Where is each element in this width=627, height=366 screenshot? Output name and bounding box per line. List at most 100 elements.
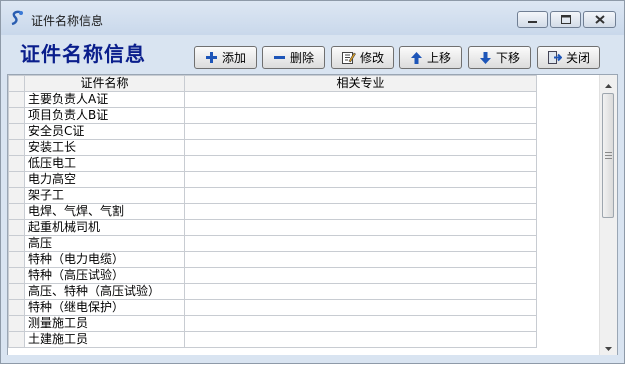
cell-cert-name[interactable]: 架子工 [24,187,185,204]
cell-related-major[interactable] [184,139,537,156]
cell-related-major[interactable] [184,91,537,108]
row-indicator[interactable] [8,299,25,316]
cell-related-major[interactable] [184,107,537,124]
table-row[interactable]: 电力高空 [8,171,537,188]
table-row[interactable]: 主要负责人A证 [8,91,537,108]
row-indicator[interactable] [8,171,25,188]
add-button[interactable]: 添加 [194,46,257,69]
add-button-label: 添加 [221,51,246,65]
scroll-down-button[interactable] [600,338,617,355]
data-grid[interactable]: 证件名称 相关专业 主要负责人A证 项目负责人B证 安全员C证 安装工长 低压电工 电力高… [7,74,618,356]
cell-related-major[interactable] [184,267,537,284]
maximize-icon [560,13,571,27]
cell-related-major[interactable] [184,235,537,252]
minimize-button[interactable] [517,11,548,28]
row-indicator[interactable] [8,235,25,252]
table-row[interactable]: 架子工 [8,187,537,204]
row-indicator[interactable] [8,315,25,332]
cell-related-major[interactable] [184,251,537,268]
table-row[interactable]: 低压电工 [8,155,537,172]
move-up-button[interactable]: 上移 [399,46,462,69]
cell-cert-name[interactable]: 起重机械司机 [24,219,185,236]
row-indicator[interactable] [8,251,25,268]
row-indicator[interactable] [8,123,25,140]
cell-cert-name[interactable]: 测量施工员 [24,315,185,332]
arrow-up-icon [410,51,423,65]
move-down-button[interactable]: 下移 [468,46,531,69]
cell-cert-name[interactable]: 特种（电力电缆） [24,251,185,268]
table-row[interactable]: 项目负责人B证 [8,107,537,124]
app-icon [9,10,25,26]
cell-cert-name[interactable]: 电力高空 [24,171,185,188]
cell-cert-name[interactable]: 特种（继电保护） [24,299,185,316]
vertical-scrollbar[interactable] [599,75,617,355]
scroll-down-arrow-icon [605,340,612,354]
cell-cert-name[interactable]: 高压 [24,235,185,252]
row-indicator[interactable] [8,219,25,236]
maximize-button[interactable] [550,11,581,28]
column-header-related-major[interactable]: 相关专业 [184,75,537,92]
cell-cert-name[interactable]: 高压、特种（高压试验） [24,283,185,300]
cell-cert-name[interactable]: 安全员C证 [24,123,185,140]
row-indicator[interactable] [8,203,25,220]
close-button[interactable] [583,11,616,28]
cell-related-major[interactable] [184,299,537,316]
table-row[interactable]: 起重机械司机 [8,219,537,236]
cell-cert-name[interactable]: 电焊、气焊、气割 [24,203,185,220]
row-indicator[interactable] [8,155,25,172]
table-row[interactable]: 安全员C证 [8,123,537,140]
cell-related-major[interactable] [184,283,537,300]
delete-button[interactable]: 删除 [262,46,325,69]
cell-cert-name[interactable]: 主要负责人A证 [24,91,185,108]
table-row[interactable]: 特种（高压试验） [8,267,537,284]
scroll-thumb[interactable] [602,93,614,218]
row-indicator[interactable] [8,139,25,156]
edit-button[interactable]: 修改 [331,46,394,69]
row-indicator-header [8,75,25,92]
row-indicator[interactable] [8,91,25,108]
row-indicator[interactable] [8,107,25,124]
row-indicator[interactable] [8,331,25,348]
cell-related-major[interactable] [184,219,537,236]
table-row[interactable]: 特种（电力电缆） [8,251,537,268]
edit-icon [341,50,356,65]
row-indicator[interactable] [8,283,25,300]
grip-icon [605,152,612,159]
table-row[interactable]: 测量施工员 [8,315,537,332]
column-header-cert-name[interactable]: 证件名称 [24,75,185,92]
cell-related-major[interactable] [184,203,537,220]
table-row[interactable]: 特种（继电保护） [8,299,537,316]
page-title: 证件名称信息 [20,42,146,66]
plus-icon [205,51,218,64]
table-row[interactable]: 电焊、气焊、气割 [8,203,537,220]
table-row[interactable]: 高压、特种（高压试验） [8,283,537,300]
delete-button-label: 删除 [289,51,314,65]
minimize-icon [528,13,537,27]
table-row[interactable]: 安装工长 [8,139,537,156]
cell-cert-name[interactable]: 低压电工 [24,155,185,172]
table-row[interactable]: 土建施工员 [8,331,537,348]
exit-icon [547,50,562,65]
cell-related-major[interactable] [184,315,537,332]
scroll-up-button[interactable] [600,75,617,92]
cell-cert-name[interactable]: 项目负责人B证 [24,107,185,124]
cell-cert-name[interactable]: 特种（高压试验） [24,267,185,284]
status-bar [1,355,624,363]
scroll-up-arrow-icon [605,77,612,91]
toolbar: 证件名称信息 添加 删除 修改 上移 下移 关闭 [1,35,624,74]
cell-related-major[interactable] [184,331,537,348]
minus-icon [273,51,286,64]
row-indicator[interactable] [8,187,25,204]
table-row[interactable]: 高压 [8,235,537,252]
title-bar[interactable]: 证件名称信息 [1,1,624,35]
row-indicator[interactable] [8,267,25,284]
header-row: 证件名称 相关专业 [8,75,537,92]
move-up-button-label: 上移 [426,51,451,65]
cell-related-major[interactable] [184,171,537,188]
cell-related-major[interactable] [184,187,537,204]
cell-related-major[interactable] [184,123,537,140]
cell-cert-name[interactable]: 安装工长 [24,139,185,156]
cell-related-major[interactable] [184,155,537,172]
close-window-button[interactable]: 关闭 [537,46,600,69]
cell-cert-name[interactable]: 土建施工员 [24,331,185,348]
